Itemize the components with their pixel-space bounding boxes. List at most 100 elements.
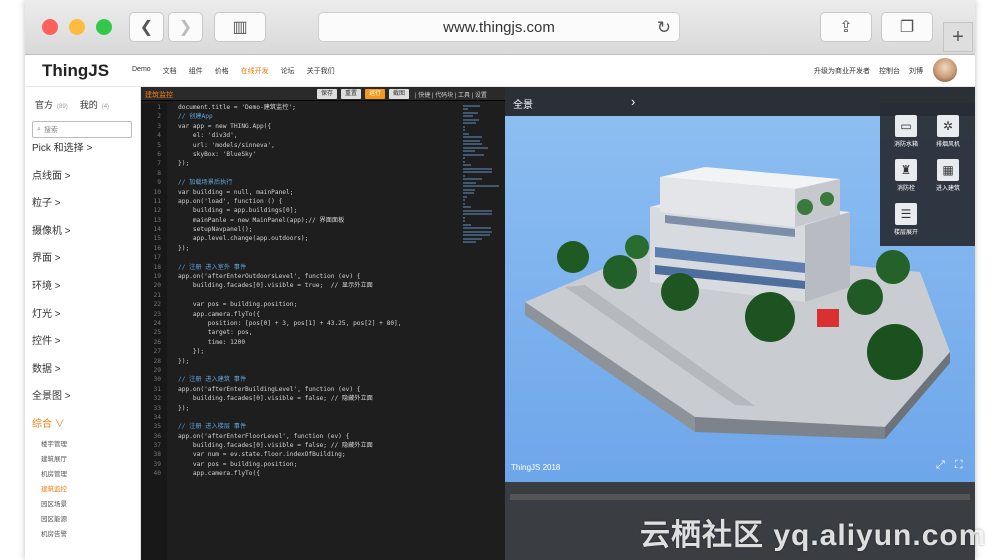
- line-text: var building = null, mainPanel;: [178, 188, 294, 196]
- line-number: 13: [153, 216, 161, 224]
- line-text: var num = ev.state.floor.indexOfBuilding…: [178, 451, 346, 459]
- category-item[interactable]: 控件 >: [32, 336, 137, 364]
- category-item[interactable]: 粒子 >: [32, 198, 137, 226]
- nav-item[interactable]: 组件: [189, 66, 203, 76]
- tabs-overview-button[interactable]: ❐: [881, 12, 933, 42]
- category-item[interactable]: 摄像机 >: [32, 226, 137, 254]
- code-line: 8: [141, 169, 505, 178]
- code-line: 9 // 加载场景后执行: [141, 178, 505, 187]
- smoke-fan-tool[interactable]: ✲ 排烟风机: [928, 111, 968, 153]
- line-text: setupNavpanel();: [178, 226, 253, 234]
- category-item[interactable]: Pick 和选择 >: [32, 143, 137, 171]
- screenshot-button[interactable]: 截图: [389, 89, 409, 99]
- building-side-face: [805, 212, 850, 302]
- share-button[interactable]: ⇪: [820, 12, 872, 42]
- category-item[interactable]: 全景图 >: [32, 391, 137, 419]
- screenshot-icon[interactable]: ⛶: [955, 459, 963, 472]
- minimap-line: [463, 125, 465, 128]
- editor-menu[interactable]: | 快捷 | 代码块 | 工具 | 设置: [415, 90, 487, 99]
- sidebar-tab[interactable]: 我的: [80, 98, 98, 111]
- minimap-line: [463, 122, 476, 124]
- category-item[interactable]: 数据 >: [32, 364, 137, 392]
- minimap-line: [463, 237, 483, 240]
- subcategory-item[interactable]: 园区能源: [41, 513, 67, 528]
- minimize-window-button[interactable]: [69, 19, 85, 35]
- user-link[interactable]: 刘博: [909, 66, 923, 76]
- line-number: 21: [153, 291, 161, 299]
- code-area[interactable]: 1 document.title = 'Demo-建筑监控'; 2// 创建App 3…: [141, 103, 505, 479]
- line-number: 30: [153, 376, 161, 384]
- zoom-window-button[interactable]: [96, 19, 112, 35]
- line-text: // 注册 进入室外 事件: [178, 263, 247, 271]
- code-line: 36 app.on('afterEnterFloorLevel', functio…: [141, 432, 505, 441]
- line-number: 23: [153, 310, 161, 318]
- category-item[interactable]: 点线面 >: [32, 171, 137, 199]
- subcategory-item[interactable]: 建筑监控: [41, 483, 67, 498]
- fullscreen-icon[interactable]: ⤢: [936, 459, 945, 472]
- avatar[interactable]: [933, 58, 957, 82]
- chevron-right-icon[interactable]: ›: [631, 94, 635, 109]
- nav-item[interactable]: 关于我们: [307, 66, 335, 76]
- nav-item[interactable]: 价格: [215, 66, 229, 76]
- fire-hydrant-tool[interactable]: ♜ 消防栓: [886, 155, 926, 197]
- code-line: 24 position: [pos[0] + 3, pos[1] + 43.25…: [141, 319, 505, 328]
- user-link[interactable]: 升级为商业开发者: [814, 66, 870, 76]
- category-item[interactable]: 环境 >: [32, 281, 137, 309]
- run-button[interactable]: 运行: [365, 89, 385, 99]
- editor-title: 建筑监控: [145, 92, 173, 99]
- subcategory-item[interactable]: 机房管理: [41, 468, 67, 483]
- reset-button[interactable]: 重置: [341, 89, 361, 99]
- save-button[interactable]: 保存: [317, 89, 337, 99]
- category-item[interactable]: 灯光 >: [32, 309, 137, 337]
- line-text: app.on('afterEnterFloorLevel', function …: [178, 432, 350, 440]
- site-logo[interactable]: ThingJS: [42, 61, 109, 81]
- code-line: 33});: [141, 404, 505, 413]
- minimap-line: [463, 136, 482, 138]
- fire-water-tank-tool[interactable]: ▭ 消防水箱: [886, 111, 926, 153]
- reload-icon[interactable]: ↻: [657, 18, 671, 38]
- nav-item[interactable]: 文档: [163, 66, 177, 76]
- close-window-button[interactable]: [42, 19, 58, 35]
- line-number: 25: [153, 329, 161, 337]
- minimap-line: [463, 185, 499, 187]
- forward-button[interactable]: ❯: [168, 12, 203, 42]
- back-button[interactable]: ❮: [129, 12, 164, 42]
- sidebar-tab[interactable]: 官方: [35, 98, 53, 111]
- tree: [876, 250, 910, 284]
- code-minimap[interactable]: [463, 103, 503, 553]
- subcategory-item[interactable]: 园区场景: [41, 498, 67, 513]
- line-text: // 注册 进入楼层 事件: [178, 423, 247, 431]
- sidebar-toggle-button[interactable]: ▥: [214, 12, 266, 42]
- line-number: 3: [157, 122, 161, 130]
- category-item[interactable]: 界面 >: [32, 253, 137, 281]
- line-number: 18: [153, 263, 161, 271]
- line-text: mainPanle = new MainPanel(app);// 界面面板: [178, 216, 345, 224]
- line-number: 33: [153, 404, 161, 412]
- minimap-line: [463, 108, 468, 110]
- line-text: skyBox: 'BlueSky': [178, 150, 257, 158]
- nav-item[interactable]: Demo: [132, 66, 151, 76]
- tab-count: (89): [57, 104, 68, 110]
- scene-viewport[interactable]: 全景 › ▭ 消防水箱 ✲ 排烟风机 ♜ 消防栓 ▦ 进入建筑 ☰ 楼层展开 ThingJ…: [505, 87, 975, 482]
- floor-expand-tool[interactable]: ☰ 楼层展开: [886, 199, 926, 241]
- new-tab-button[interactable]: +: [943, 22, 973, 52]
- line-text: // 注册 进入建筑 事件: [178, 376, 247, 384]
- nav-item[interactable]: 论坛: [281, 66, 295, 76]
- search-input[interactable]: ⌕ 搜索: [32, 121, 132, 138]
- minimap-line: [463, 146, 489, 149]
- code-line: 39 var pos = building.position;: [141, 460, 505, 469]
- line-number: 5: [157, 141, 161, 149]
- code-line: 10 var building = null, mainPanel;: [141, 188, 505, 197]
- console-scrollbar[interactable]: [510, 494, 970, 500]
- address-bar[interactable]: www.thingjs.com ↻: [318, 12, 680, 42]
- subcategory-item[interactable]: 机房告警: [41, 528, 67, 543]
- minimap-line: [463, 223, 471, 226]
- user-link[interactable]: 控制台: [879, 66, 900, 76]
- nav-item[interactable]: 在线开发: [241, 66, 269, 76]
- subcategory-item[interactable]: 楼宇管理: [41, 438, 67, 453]
- minimap-line: [463, 132, 469, 135]
- code-line: 34: [141, 413, 505, 422]
- enter-building-tool[interactable]: ▦ 进入建筑: [928, 155, 968, 197]
- minimap-line: [463, 227, 491, 229]
- subcategory-item[interactable]: 建筑展厅: [41, 453, 67, 468]
